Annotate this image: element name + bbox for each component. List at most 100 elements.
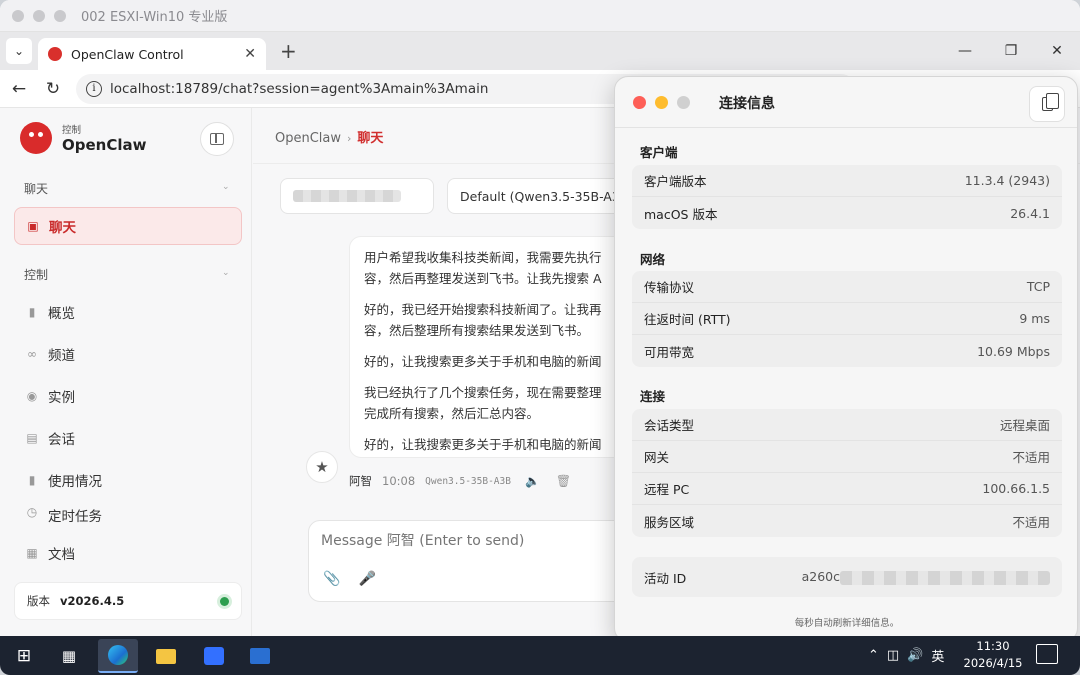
message-sender: 阿智 [349, 474, 372, 488]
edge-browser-icon[interactable] [98, 639, 138, 673]
sidebar-item-label: 定时任务 [48, 509, 102, 523]
site-info-icon[interactable]: i [86, 80, 102, 97]
model-select[interactable]: Default (Qwen3.5-35B-A3... [447, 178, 627, 214]
sidebar-item-instances[interactable]: ◉ 实例 [14, 377, 242, 415]
sidebar-item-label: 频道 [48, 348, 75, 364]
notification-center-icon[interactable] [1036, 644, 1058, 664]
composer-tools: 📎 🎤 [323, 571, 394, 587]
panel-title: 连接信息 [719, 96, 775, 112]
minimize-icon[interactable]: — [942, 43, 988, 59]
window-close-dot[interactable] [12, 9, 24, 22]
breadcrumb-root[interactable]: OpenClaw [275, 131, 341, 146]
info-row: 往返时间 (RTT) 9 ms [632, 303, 1062, 335]
speaker-icon[interactable]: 🔈 [525, 474, 540, 488]
browser-tab[interactable]: OpenClaw Control ✕ [38, 38, 266, 70]
volume-icon[interactable]: 🔊 [907, 648, 923, 663]
sidebar-item-overview[interactable]: ▮ 概览 [14, 293, 242, 331]
powershell-icon[interactable] [240, 639, 280, 673]
info-value: TCP [1026, 279, 1050, 294]
sidebar-item-label: 会话 [48, 432, 75, 448]
info-key: 可用带宽 [644, 344, 695, 360]
info-row: 传输协议 TCP [632, 271, 1062, 303]
windows-start-icon[interactable]: ⊞ [4, 639, 44, 673]
activity-id-value[interactable]: a260c [802, 569, 1050, 585]
section-card-connection: 会话类型 远程桌面 网关 不适用 远程 PC 100.66.1.5 服务区域 不… [632, 409, 1062, 537]
network-icon[interactable]: ◫ [887, 648, 899, 663]
panel-traffic-lights [633, 96, 699, 109]
microphone-icon[interactable]: 🎤 [358, 571, 375, 587]
info-row: 网关 不适用 [632, 441, 1062, 473]
paperclip-icon[interactable]: 📎 [323, 571, 340, 587]
chevron-down-icon[interactable]: ⌄ [222, 182, 230, 192]
info-key: 往返时间 (RTT) [644, 312, 731, 327]
sidebar-item-usage[interactable]: ▮ 使用情况 [14, 461, 242, 499]
info-key: 活动 ID [644, 570, 687, 586]
sidebar-item-label: 文档 [48, 547, 75, 563]
restore-icon[interactable]: ❐ [988, 43, 1034, 59]
sidebar-collapse-button[interactable] [200, 122, 234, 156]
remote-desktop-titlebar: 002 ESXI-Win10 专业版 [0, 0, 1080, 32]
info-key: 服务区域 [644, 514, 695, 530]
info-value: 不适用 [1012, 450, 1050, 465]
sidebar-item-chat[interactable]: ▣ 聊天 [14, 207, 242, 245]
bar-chart-icon: ▮ [28, 305, 36, 319]
sidebar-item-channels[interactable]: ∞ 频道 [14, 335, 242, 373]
new-tab-button[interactable]: + [280, 39, 297, 63]
copy-icon [1041, 93, 1059, 111]
info-row: macOS 版本 26.4.1 [632, 197, 1062, 229]
status-indicator [220, 596, 229, 606]
sidebar-item-label: 使用情况 [48, 474, 102, 490]
remote-desktop-window: 002 ESXI-Win10 专业版 ⌄ OpenClaw Control ✕ … [0, 0, 1080, 675]
sidebar-item-docs[interactable]: ▦ 文档 [14, 534, 242, 572]
window-minimize-dot[interactable] [33, 9, 45, 22]
taskbar-clock[interactable]: 11:30 2026/4/15 [960, 638, 1026, 672]
version-card: 版本 v2026.4.5 [14, 582, 242, 620]
assistant-message: 用户希望我收集科技类新闻，我需要先执行 容，然后再整理发送到飞书。让我先搜索 A … [349, 236, 629, 458]
ime-indicator[interactable]: 英 [931, 646, 944, 665]
panel-footer: 每秒自动刷新详细信息。 [794, 618, 900, 629]
version-value: v2026.4.5 [60, 594, 125, 608]
chevron-up-icon[interactable]: ⌃ [868, 648, 879, 663]
panel-close-button[interactable] [633, 96, 646, 109]
sidebar-item-sessions[interactable]: ▤ 会话 [14, 419, 242, 457]
trash-icon[interactable]: 🗑 [556, 474, 571, 488]
panel-minimize-button[interactable] [655, 96, 668, 109]
clock-time: 11:30 [976, 639, 1010, 653]
info-key: 会话类型 [644, 418, 695, 433]
task-view-icon[interactable]: ▦ [49, 639, 89, 673]
document-icon: ▤ [26, 431, 38, 445]
close-icon[interactable]: ✕ [1034, 43, 1080, 59]
info-row: 客户端版本 11.3.4 (2943) [632, 165, 1062, 197]
section-card-network: 传输协议 TCP 往返时间 (RTT) 9 ms 可用带宽 10.69 Mbps [632, 271, 1062, 367]
clock-date: 2026/4/15 [963, 656, 1023, 670]
sidebar-item-label: 聊天 [49, 220, 76, 236]
broadcast-icon: ◉ [26, 389, 38, 403]
back-arrow-icon[interactable]: ← [4, 79, 34, 99]
panel-zoom-button[interactable] [677, 96, 690, 109]
chevron-down-icon[interactable]: ⌄ [222, 268, 230, 278]
feishu-app-icon[interactable] [194, 639, 234, 673]
tab-close-icon[interactable]: ✕ [244, 46, 256, 62]
section-title-network: 网络 [640, 252, 666, 267]
version-label: 版本 [27, 594, 50, 608]
message-composer: 📎 🎤 [308, 520, 638, 602]
openclaw-favicon-icon [48, 47, 62, 61]
message-input[interactable] [321, 533, 621, 549]
sidebar-item-scheduled[interactable]: ◷ 定时任务 [14, 503, 242, 523]
tab-actions-menu[interactable]: ⌄ [6, 38, 32, 64]
section-title-client: 客户端 [640, 145, 678, 160]
session-select[interactable] [280, 178, 434, 214]
file-explorer-icon[interactable] [146, 639, 186, 673]
windows-taskbar: ⊞ ▦ ⌃ ◫ 🔊 英 11:30 2026/4/15 [0, 636, 1080, 675]
browser-window-controls: — ❐ ✕ [942, 32, 1080, 70]
message-line: 好的，我已经开始搜索科技新闻了。让我再 容，然后整理所有搜索结果发送到飞书。 [364, 302, 602, 338]
chevron-down-icon: ⌄ [13, 44, 25, 58]
redacted-activity-id [840, 570, 1050, 585]
message-line: 好的，让我搜索更多关于手机和电脑的新闻 [364, 354, 602, 369]
window-zoom-dot[interactable] [54, 9, 66, 22]
refresh-icon[interactable]: ↻ [38, 79, 68, 99]
info-key: 远程 PC [644, 482, 690, 497]
copy-button[interactable] [1029, 86, 1065, 122]
book-icon: ▦ [26, 546, 38, 560]
section-card-activity: 活动 ID a260c [632, 557, 1062, 597]
